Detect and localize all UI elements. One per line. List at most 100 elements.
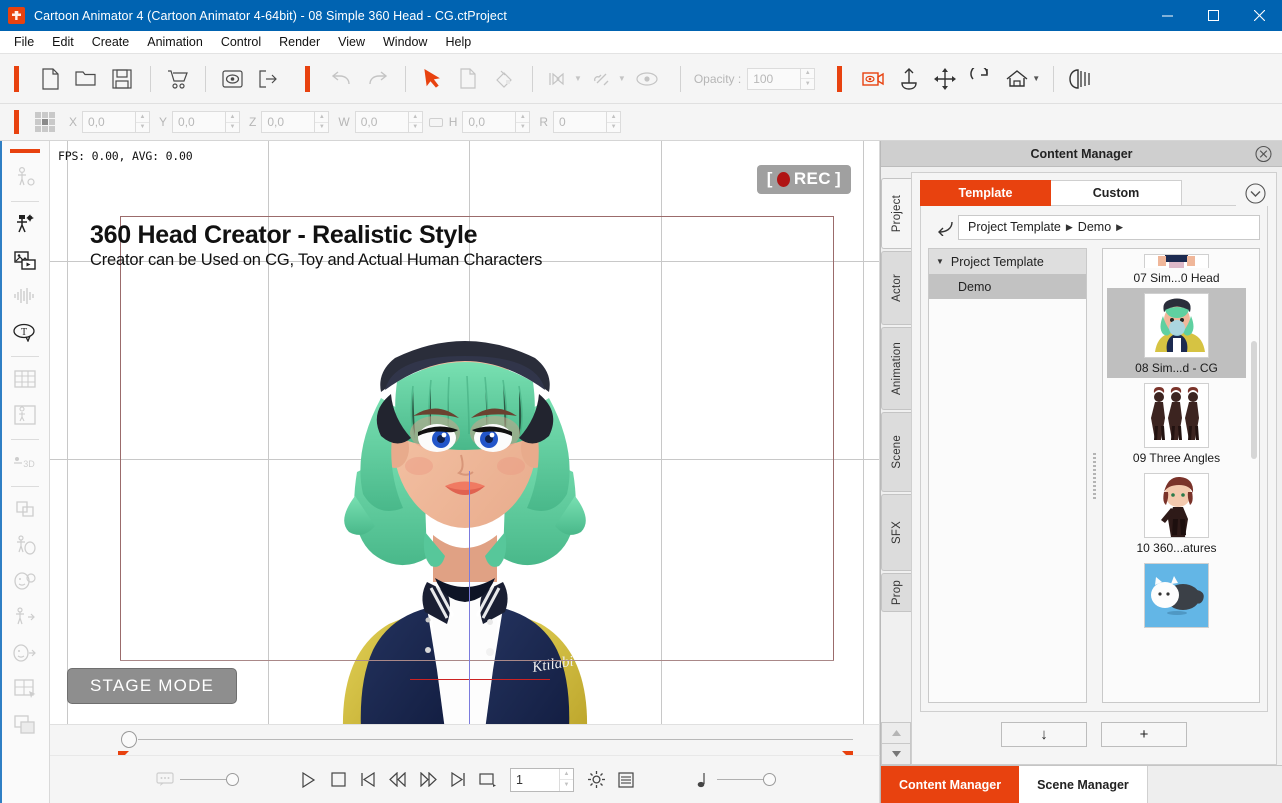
list-item[interactable]: 07 Sim...0 Head xyxy=(1107,249,1246,288)
thumbnail-scrollbar[interactable] xyxy=(1251,341,1257,459)
tab-scroll-up-icon[interactable] xyxy=(881,722,911,744)
bubble-opacity-slider[interactable] xyxy=(180,773,239,786)
tab-content-manager[interactable]: Content Manager xyxy=(881,766,1019,803)
maximize-button[interactable] xyxy=(1190,0,1236,31)
x-spinner[interactable]: ▲▼ xyxy=(135,112,149,132)
tab-scroll-down-icon[interactable] xyxy=(881,743,911,765)
stage-mode-badge[interactable]: STAGE MODE xyxy=(67,668,237,704)
open-project-icon[interactable] xyxy=(69,63,103,95)
audio-waveform-icon[interactable] xyxy=(8,279,42,313)
body-motion-icon[interactable] xyxy=(8,600,42,634)
rotate-icon[interactable] xyxy=(964,63,998,95)
create-actor-icon[interactable] xyxy=(8,160,42,194)
w-field[interactable]: ▲▼ xyxy=(355,111,423,133)
w-input[interactable] xyxy=(356,112,408,132)
volume-slider-knob[interactable] xyxy=(763,773,776,786)
breadcrumb-item-1[interactable]: Demo xyxy=(1078,220,1111,234)
vtab-sfx[interactable]: SFX xyxy=(881,494,911,571)
home-icon[interactable] xyxy=(1000,63,1034,95)
z-spinner[interactable]: ▲▼ xyxy=(314,112,328,132)
download-button[interactable]: ↓ xyxy=(1001,722,1087,747)
align-icon[interactable] xyxy=(542,63,576,95)
loop-button[interactable] xyxy=(473,765,503,795)
y-field[interactable]: ▲▼ xyxy=(172,111,240,133)
media-composer-icon[interactable] xyxy=(8,243,42,277)
breadcrumb-item-0[interactable]: Project Template xyxy=(968,220,1061,234)
panel-close-icon[interactable] xyxy=(1255,145,1272,162)
z-input[interactable] xyxy=(262,112,314,132)
timeline-list-icon[interactable] xyxy=(611,765,641,795)
play-button[interactable] xyxy=(293,765,323,795)
add-button[interactable]: + xyxy=(1101,722,1187,747)
list-item[interactable]: 08 Sim...d - CG xyxy=(1107,288,1246,378)
menu-help[interactable]: Help xyxy=(436,32,480,52)
fill-color-icon[interactable] xyxy=(487,63,521,95)
timeline-handle[interactable] xyxy=(121,731,137,748)
breadcrumb[interactable]: Project Template ▶ Demo ▶ xyxy=(958,215,1260,240)
x-field[interactable]: ▲▼ xyxy=(82,111,150,133)
home-dropdown-caret-icon[interactable]: ▼ xyxy=(1032,74,1040,83)
face-puppet-icon[interactable] xyxy=(8,564,42,598)
align-dropdown-caret-icon[interactable]: ▼ xyxy=(574,74,582,83)
h-field[interactable]: ▲▼ xyxy=(462,111,530,133)
frame-field[interactable]: ▲▼ xyxy=(510,768,574,792)
playback-settings-icon[interactable] xyxy=(581,765,611,795)
stage-canvas[interactable]: FPS: 0.00, AVG: 0.00 [ REC ] 360 Head Cr… xyxy=(50,141,880,724)
transform-grid-icon[interactable] xyxy=(35,112,55,132)
tab-custom[interactable]: Custom xyxy=(1051,180,1182,206)
timeline-track[interactable] xyxy=(138,739,853,740)
list-item[interactable]: 10 360...atures xyxy=(1107,468,1246,558)
close-button[interactable] xyxy=(1236,0,1282,31)
link-dropdown-caret-icon[interactable]: ▼ xyxy=(618,74,626,83)
undo-icon[interactable] xyxy=(324,63,358,95)
audio-volume-slider[interactable] xyxy=(717,773,776,786)
grid-select-icon[interactable] xyxy=(8,672,42,706)
menu-create[interactable]: Create xyxy=(83,32,139,52)
vtab-project[interactable]: Project xyxy=(881,178,911,249)
preview-eye-icon[interactable] xyxy=(215,63,249,95)
audio-note-icon[interactable] xyxy=(687,765,717,795)
pin-transform-icon[interactable] xyxy=(892,63,926,95)
stop-button[interactable] xyxy=(323,765,353,795)
opacity-spinner[interactable]: ▲▼ xyxy=(800,69,814,89)
x-input[interactable] xyxy=(83,112,135,132)
go-to-start-button[interactable] xyxy=(353,765,383,795)
camera-icon[interactable] xyxy=(856,63,890,95)
r-spinner[interactable]: ▲▼ xyxy=(606,112,620,132)
menu-render[interactable]: Render xyxy=(270,32,329,52)
speech-bubble-icon[interactable] xyxy=(150,765,180,795)
go-to-end-button[interactable] xyxy=(443,765,473,795)
chevron-down-icon[interactable] xyxy=(1242,180,1268,206)
minimize-button[interactable] xyxy=(1144,0,1190,31)
tree-row[interactable]: Demo xyxy=(929,274,1086,299)
save-project-icon[interactable] xyxy=(105,63,139,95)
tab-scene-manager[interactable]: Scene Manager xyxy=(1019,766,1148,803)
layers-icon[interactable] xyxy=(8,708,42,742)
frame-spinner[interactable]: ▲▼ xyxy=(559,769,573,791)
list-item[interactable] xyxy=(1107,558,1246,634)
thumbnail-list[interactable]: 07 Sim...0 Head xyxy=(1102,248,1260,703)
h-input[interactable] xyxy=(463,112,515,132)
r-field[interactable]: ▲▼ xyxy=(553,111,621,133)
text-bubble-icon[interactable]: T xyxy=(8,315,42,349)
tab-template[interactable]: Template xyxy=(920,180,1051,206)
opacity-input[interactable] xyxy=(748,69,800,89)
bubble-slider-knob[interactable] xyxy=(226,773,239,786)
frame-input[interactable] xyxy=(511,769,559,791)
column-resize-grip[interactable] xyxy=(1091,248,1098,703)
menu-window[interactable]: Window xyxy=(374,32,436,52)
opacity-field[interactable]: ▲▼ xyxy=(747,68,815,90)
tree-row[interactable]: ▼ Project Template xyxy=(929,249,1086,274)
menu-animation[interactable]: Animation xyxy=(138,32,212,52)
back-arrow-icon[interactable] xyxy=(928,214,958,240)
face-key-editor-icon[interactable] xyxy=(8,398,42,432)
menu-edit[interactable]: Edit xyxy=(43,32,83,52)
motion-3d-icon[interactable]: 3D xyxy=(8,445,42,479)
select-cursor-icon[interactable] xyxy=(415,63,449,95)
timeline-scrubber[interactable] xyxy=(50,724,880,755)
redo-icon[interactable] xyxy=(360,63,394,95)
list-item[interactable]: 09 Three Angles xyxy=(1107,378,1246,468)
vtab-actor[interactable]: Actor xyxy=(881,251,911,325)
h-spinner[interactable]: ▲▼ xyxy=(515,112,529,132)
z-field[interactable]: ▲▼ xyxy=(261,111,329,133)
